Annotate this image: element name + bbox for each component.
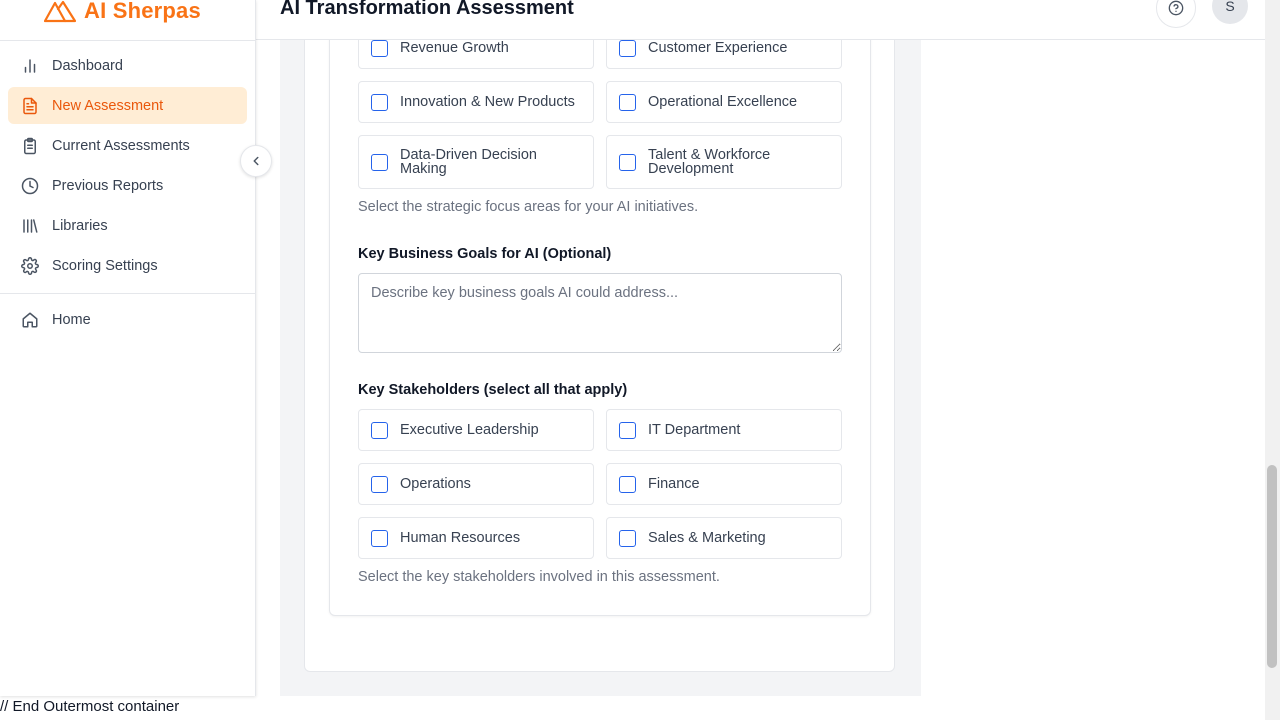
app-root: Revenue Growth Customer Experience Innov… <box>0 0 1280 720</box>
library-icon <box>21 217 39 235</box>
sidebar-item-current-assessments[interactable]: Current Assessments <box>8 127 247 164</box>
option-label: Sales & Marketing <box>648 530 766 546</box>
focus-option-operational-excellence[interactable]: Operational Excellence <box>606 81 842 123</box>
checkbox[interactable] <box>371 39 388 57</box>
focus-option-talent[interactable]: Talent & Workforce Development <box>606 135 842 189</box>
sidebar-item-home[interactable]: Home <box>8 301 247 338</box>
divider <box>0 40 256 41</box>
stakeholder-option-operations[interactable]: Operations <box>358 463 594 505</box>
top-header: AI Transformation Assessment S <box>256 0 1265 40</box>
sidebar-item-label: Scoring Settings <box>52 257 158 274</box>
sidebar-collapse-button[interactable] <box>240 145 272 177</box>
sidebar-item-label: Libraries <box>52 217 108 234</box>
gear-icon <box>21 256 39 275</box>
option-label: Executive Leadership <box>400 422 539 438</box>
checkbox[interactable] <box>371 93 388 111</box>
option-label: Human Resources <box>400 530 521 546</box>
sidebar-item-libraries[interactable]: Libraries <box>8 207 247 244</box>
checkbox[interactable] <box>619 39 636 57</box>
sidebar-nav: Dashboard New Assessment Current Assessm… <box>8 47 247 287</box>
stakeholders-label: Key Stakeholders (select all that apply) <box>358 382 628 398</box>
checkbox[interactable] <box>371 153 388 171</box>
option-label: Talent & Workforce Development <box>648 147 771 177</box>
scrollbar-thumb[interactable] <box>1267 465 1277 668</box>
goals-label: Key Business Goals for AI (Optional) <box>358 246 612 262</box>
sidebar: AI Sherpas Dashboard New Assessment Curr… <box>0 0 256 696</box>
stray-footer-text: // End Outermost container <box>0 698 180 715</box>
checkbox[interactable] <box>371 529 388 547</box>
stakeholder-option-hr[interactable]: Human Resources <box>358 517 594 559</box>
sidebar-item-label: Previous Reports <box>52 177 164 194</box>
sidebar-item-new-assessment[interactable]: New Assessment <box>8 87 247 124</box>
checkbox[interactable] <box>619 529 636 547</box>
checkbox[interactable] <box>371 475 388 493</box>
goals-textarea[interactable] <box>358 273 842 353</box>
focus-areas-help-text: Select the strategic focus areas for you… <box>358 199 699 215</box>
checkbox[interactable] <box>619 93 636 111</box>
checkbox[interactable] <box>619 421 636 439</box>
brand-name: AI Sherpas <box>84 0 201 23</box>
sidebar-home-section: Home <box>8 301 247 341</box>
clipboard-icon <box>21 137 39 155</box>
option-label: IT Department <box>648 422 741 438</box>
focus-option-data-driven[interactable]: Data-Driven Decision Making <box>358 135 594 189</box>
sidebar-item-dashboard[interactable]: Dashboard <box>8 47 247 84</box>
brand-logo[interactable]: AI Sherpas <box>44 0 201 28</box>
help-circle-icon <box>1168 0 1184 16</box>
sidebar-item-label: Current Assessments <box>52 137 190 154</box>
sidebar-item-scoring-settings[interactable]: Scoring Settings <box>8 247 247 284</box>
page-title: AI Transformation Assessment <box>280 0 574 19</box>
stakeholders-help-text: Select the key stakeholders involved in … <box>358 569 720 585</box>
checkbox[interactable] <box>619 153 636 171</box>
focus-option-innovation[interactable]: Innovation & New Products <box>358 81 594 123</box>
chevron-left-icon <box>253 156 259 166</box>
option-label: Operational Excellence <box>648 94 798 110</box>
mountain-logo-icon <box>44 0 76 23</box>
option-label: Revenue Growth <box>400 40 509 56</box>
stakeholder-option-finance[interactable]: Finance <box>606 463 842 505</box>
stakeholder-option-sales[interactable]: Sales & Marketing <box>606 517 842 559</box>
sidebar-item-label: Home <box>52 311 91 328</box>
option-label: Operations <box>400 476 471 492</box>
document-icon <box>21 97 39 115</box>
checkbox[interactable] <box>371 421 388 439</box>
stakeholder-option-executive[interactable]: Executive Leadership <box>358 409 594 451</box>
bar-chart-icon <box>21 57 39 75</box>
user-avatar[interactable]: S <box>1212 0 1248 24</box>
help-button[interactable] <box>1156 0 1196 28</box>
sidebar-item-label: Dashboard <box>52 57 123 74</box>
option-label: Customer Experience <box>648 40 788 56</box>
sidebar-item-label: New Assessment <box>52 97 164 114</box>
option-label: Data-Driven Decision Making <box>400 147 537 177</box>
option-label: Innovation & New Products <box>400 94 575 110</box>
option-label: Finance <box>648 476 700 492</box>
clock-icon <box>21 177 39 195</box>
stakeholder-option-it[interactable]: IT Department <box>606 409 842 451</box>
home-icon <box>21 311 39 329</box>
divider <box>0 293 256 294</box>
checkbox[interactable] <box>619 475 636 493</box>
sidebar-item-previous-reports[interactable]: Previous Reports <box>8 167 247 204</box>
